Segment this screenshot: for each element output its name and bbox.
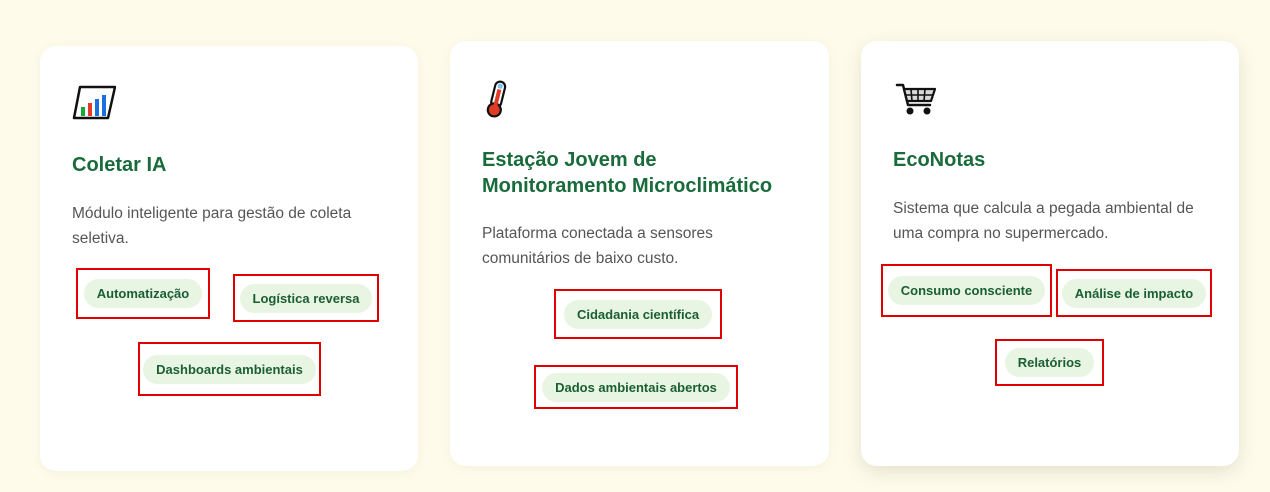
card-description: Sistema que calcula a pegada ambiental d… — [893, 200, 1194, 242]
card-description: Módulo inteligente para gestão de coleta… — [72, 205, 352, 247]
tag-highlight: Análise de impacto — [1056, 269, 1212, 317]
tag-cidadania-cientifica[interactable]: Cidadania científica — [563, 299, 713, 329]
tag-logistica-reversa[interactable]: Logística reversa — [239, 283, 373, 313]
tag-highlight: Automatização — [76, 268, 210, 319]
bar-chart-icon — [72, 85, 116, 120]
tag-dashboards-ambientais[interactable]: Dashboards ambientais — [143, 354, 316, 384]
card-title: EcoNotas — [893, 149, 986, 171]
thermometer-icon — [486, 80, 507, 118]
tag-dados-ambientais-abertos[interactable]: Dados ambientais abertos — [542, 372, 730, 402]
tag-highlight: Logística reversa — [233, 274, 379, 322]
shopping-cart-icon — [895, 83, 937, 115]
card-description: Plataforma conectada a sensores comunitá… — [482, 225, 713, 267]
project-card-econotas: EcoNotas Sistema que calcula a pegada am… — [861, 41, 1239, 466]
tag-automatizacao[interactable]: Automatização — [83, 279, 203, 308]
tag-analise-de-impacto[interactable]: Análise de impacto — [1061, 278, 1207, 308]
tag-highlight: Dashboards ambientais — [138, 342, 321, 396]
project-card-coletar-ia: Coletar IA Módulo inteligente para gestã… — [40, 46, 418, 471]
tag-highlight: Consumo consciente — [881, 264, 1052, 317]
tag-highlight: Relatórios — [995, 339, 1104, 386]
tag-highlight: Cidadania científica — [554, 289, 722, 339]
tag-relatorios[interactable]: Relatórios — [1004, 348, 1095, 377]
tag-consumo-consciente[interactable]: Consumo consciente — [887, 276, 1046, 305]
tag-highlight: Dados ambientais abertos — [534, 365, 738, 409]
project-card-estacao-jovem: Estação Jovem de Monitoramento Microclim… — [450, 41, 829, 466]
card-title: Coletar IA — [72, 154, 167, 176]
card-title: Estação Jovem de Monitoramento Microclim… — [482, 149, 773, 197]
